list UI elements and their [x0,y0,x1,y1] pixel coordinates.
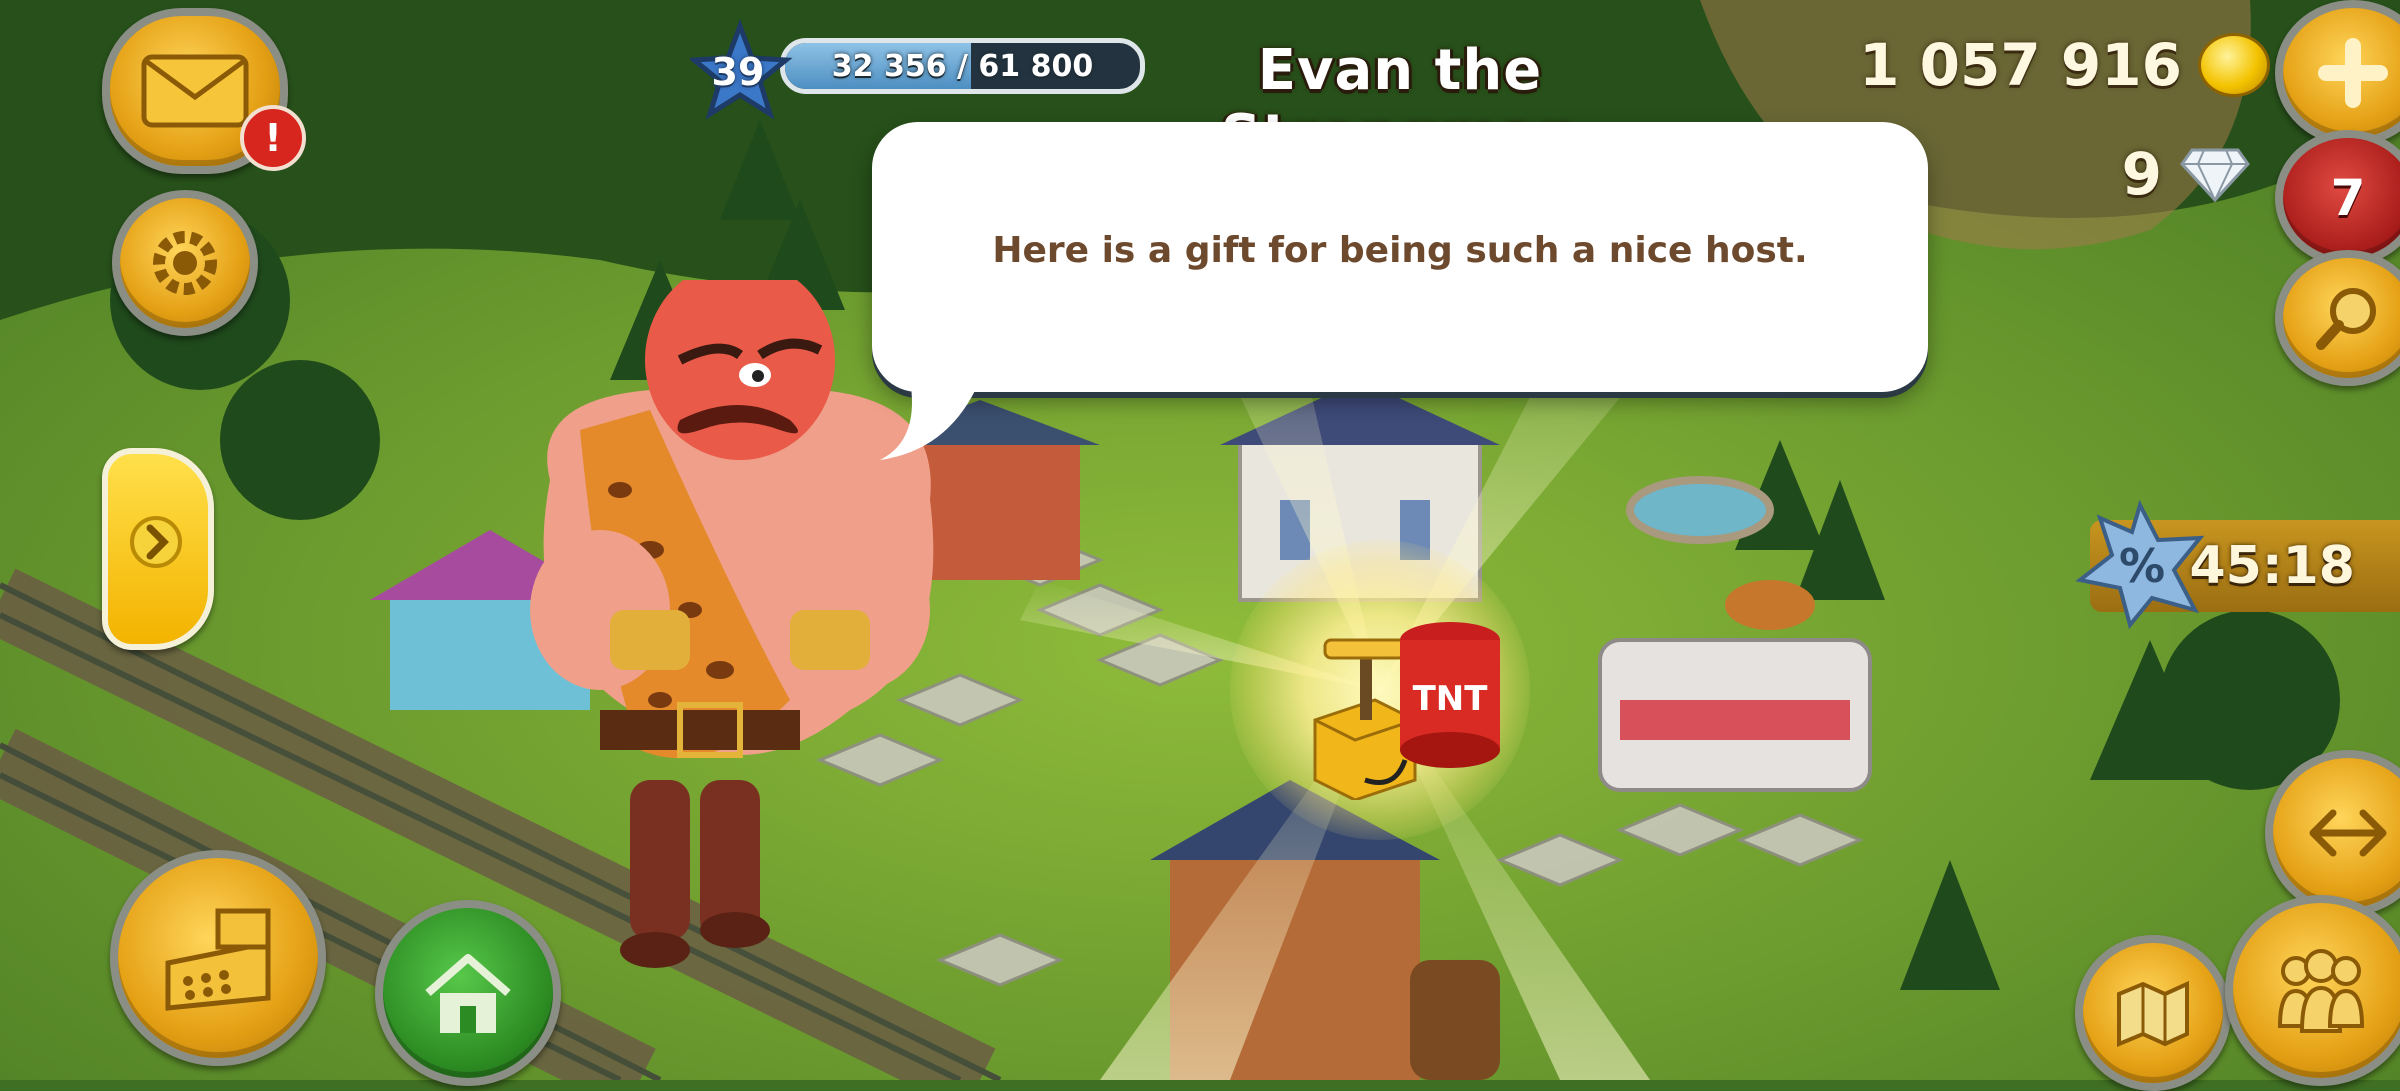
xp-bar: 32 356 / 61 800 [780,38,1145,94]
mail-alert-badge: ! [240,105,306,171]
coins-counter[interactable]: 1 057 916 [1859,30,2270,100]
envelope-icon [141,54,249,128]
magnifier-icon [2316,288,2376,350]
tnt-gift-icon[interactable]: TNT [1305,610,1505,800]
chevron-right-icon [130,516,182,568]
home-button[interactable] [375,900,561,1086]
map-button[interactable] [2075,935,2231,1091]
speech-bubble[interactable]: Here is a gift for being such a nice hos… [872,122,1928,392]
diamonds-counter[interactable]: 9 [2122,140,2250,208]
plus-icon [2318,38,2388,108]
level-progress[interactable]: 32 356 / 61 800 39 [690,18,1150,120]
coin-icon [2198,33,2270,97]
percent-badge-icon[interactable]: % [2070,500,2210,630]
shop-button[interactable] [110,850,326,1066]
notification-count: 7 [2330,169,2366,227]
speech-bubble-tail [880,380,980,460]
expand-arrows-icon [2309,809,2387,857]
xp-text: 32 356 / 61 800 [831,49,1094,84]
expand-side-panel-button[interactable] [102,448,214,650]
tnt-label: TNT [1413,679,1489,719]
people-icon [2277,948,2364,1033]
diamond-icon [2180,148,2250,202]
coins-amount: 1 057 916 [1859,31,2182,99]
settings-button[interactable] [112,190,258,336]
house-icon [425,954,511,1033]
cash-register-icon [165,908,271,1011]
level-number: 39 [711,50,765,94]
svg-text:%: % [2119,539,2165,593]
sale-timer-text: 45:18 [2189,536,2355,596]
diamonds-amount: 9 [2121,140,2162,208]
speech-message: Here is a gift for being such a nice hos… [992,230,1808,271]
map-icon [2117,980,2189,1047]
gear-icon [153,231,217,295]
